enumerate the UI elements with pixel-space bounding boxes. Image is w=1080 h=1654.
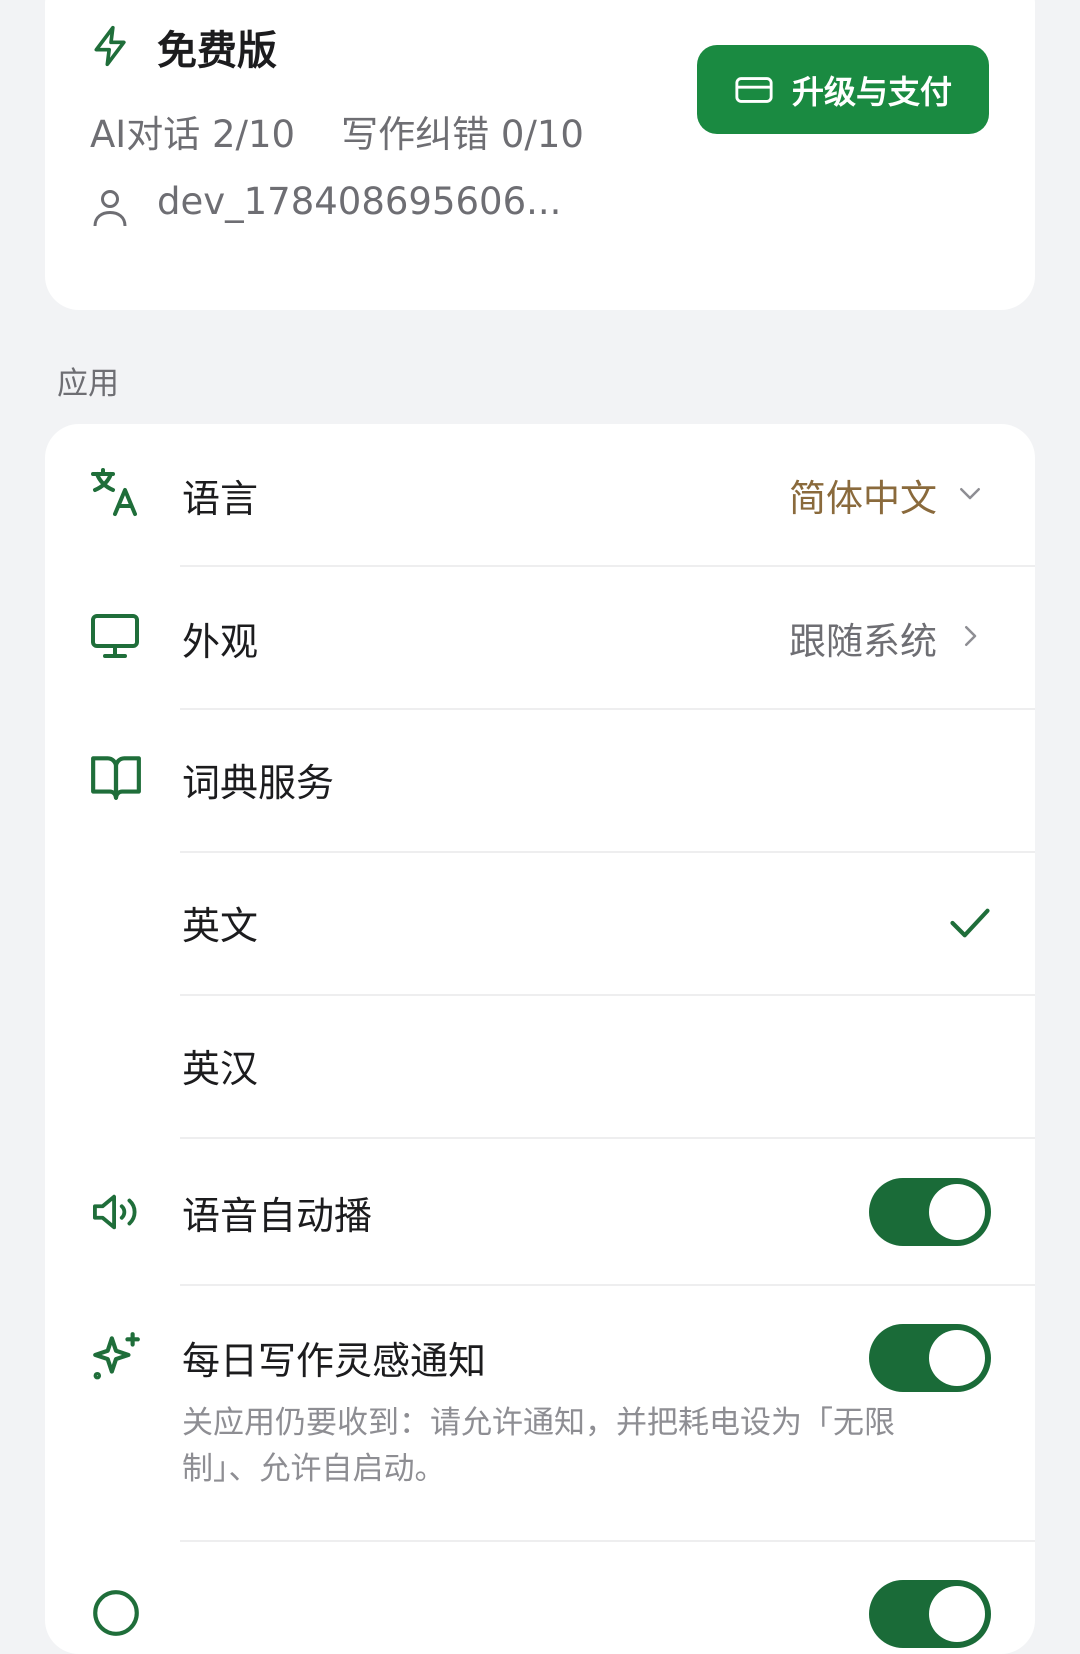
setting-label-dictionary: 词典服务 xyxy=(182,761,335,805)
daily-notice-toggle[interactable] xyxy=(869,1324,991,1392)
book-icon xyxy=(91,756,141,800)
dictionary-option-en[interactable]: 英文 xyxy=(45,853,1035,995)
translate-icon xyxy=(91,468,137,516)
quota-chat: AI对话 2/10 xyxy=(90,113,296,156)
circle-icon xyxy=(93,1590,139,1636)
chevron-right-icon xyxy=(965,626,977,646)
daily-notice-hint: 关应用仍要收到：请允许通知，并把耗电设为「无限制」、允许自启动。 xyxy=(182,1405,895,1487)
upgrade-button[interactable]: 升级与支付 xyxy=(697,45,989,134)
credit-card-icon xyxy=(735,76,773,103)
setting-row-dictionary: 词典服务 xyxy=(45,710,1035,852)
language-value: 简体中文 xyxy=(789,477,937,520)
settings-card: 语言 简体中文 外观 跟随系统 词典服务 英文 英汉 语音自动播 每日写作灵感通… xyxy=(45,424,1035,1654)
plan-title: 免费版 xyxy=(157,28,277,74)
monitor-icon xyxy=(91,614,139,658)
setting-label-appearance: 外观 xyxy=(182,620,259,664)
checkmark-icon xyxy=(950,908,990,938)
dictionary-option-en-label: 英文 xyxy=(182,904,259,948)
speaker-icon xyxy=(93,1194,137,1230)
next-toggle[interactable] xyxy=(869,1580,991,1648)
appearance-value: 跟随系统 xyxy=(789,620,937,663)
autoplay-toggle[interactable] xyxy=(869,1178,991,1246)
setting-label-daily-notice: 每日写作灵感通知 xyxy=(182,1339,487,1383)
user-icon xyxy=(93,190,127,227)
setting-row-language[interactable]: 语言 简体中文 xyxy=(45,424,1035,566)
setting-row-daily-notice: 每日写作灵感通知 关应用仍要收到：请允许通知，并把耗电设为「无限制」、允许自启动… xyxy=(45,1286,1035,1541)
setting-row-appearance[interactable]: 外观 跟随系统 xyxy=(45,567,1035,709)
plan-card: 免费版 AI对话 2/10 写作纠错 0/10 dev_178408695606.… xyxy=(45,0,1035,310)
dictionary-option-en-zh-label: 英汉 xyxy=(182,1047,259,1091)
setting-label-autoplay: 语音自动播 xyxy=(182,1194,373,1238)
section-label-app: 应用 xyxy=(57,366,119,402)
setting-row-autoplay: 语音自动播 xyxy=(45,1139,1035,1285)
setting-label-language: 语言 xyxy=(182,477,259,521)
upgrade-button-label: 升级与支付 xyxy=(791,72,952,111)
quota-writing: 写作纠错 0/10 xyxy=(341,113,584,156)
dictionary-option-en-zh[interactable]: 英汉 xyxy=(45,996,1035,1138)
sparkle-icon xyxy=(93,1332,140,1380)
setting-row-next xyxy=(45,1542,1035,1654)
bolt-icon xyxy=(94,25,126,67)
chevron-down-icon xyxy=(960,488,980,500)
user-id: dev_178408695606... xyxy=(157,180,562,223)
quota-info: AI对话 2/10 写作纠错 0/10 xyxy=(90,104,584,158)
